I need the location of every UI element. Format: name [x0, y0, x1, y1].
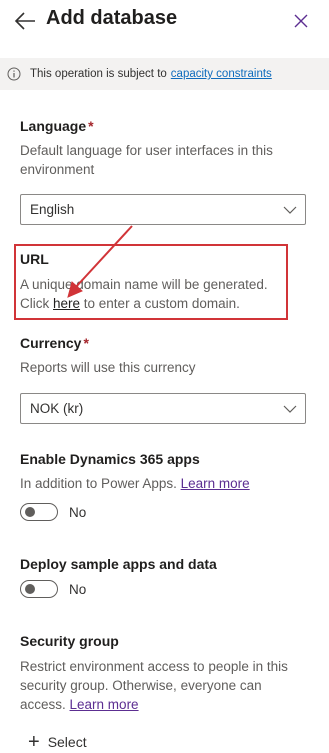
- required-marker: *: [83, 335, 89, 351]
- close-icon[interactable]: [292, 12, 310, 30]
- capacity-notice: This operation is subject to capacity co…: [0, 58, 329, 90]
- notice-text: This operation is subject to: [30, 68, 167, 80]
- security-group-description: Restrict environment access to people in…: [20, 657, 305, 714]
- currency-label: Currency *: [20, 335, 89, 351]
- panel-header: Add database: [0, 0, 329, 46]
- select-button-label: Select: [47, 734, 87, 750]
- currency-value: NOK (kr): [30, 401, 84, 416]
- url-description: A unique domain name will be generated. …: [20, 275, 285, 313]
- required-marker: *: [88, 118, 94, 134]
- info-icon: [7, 67, 21, 81]
- sample-apps-toggle[interactable]: No: [20, 580, 86, 598]
- currency-dropdown[interactable]: NOK (kr): [20, 393, 306, 424]
- security-group-label: Security group: [20, 633, 119, 649]
- dynamics-desc-text: In addition to Power Apps.: [20, 476, 181, 491]
- chevron-down-icon: [283, 206, 297, 214]
- language-description: Default language for user interfaces in …: [20, 143, 273, 177]
- language-label: Language *: [20, 118, 94, 134]
- custom-domain-link[interactable]: here: [53, 296, 80, 311]
- select-security-group-button[interactable]: + Select: [28, 732, 87, 752]
- security-desc-text: Restrict environment access to people in…: [20, 659, 288, 712]
- url-desc-after: to enter a custom domain.: [80, 296, 240, 311]
- dynamics-learn-more-link[interactable]: Learn more: [181, 476, 250, 491]
- arrow-left-icon[interactable]: [13, 10, 37, 32]
- toggle-track[interactable]: [20, 580, 58, 598]
- currency-label-text: Currency: [20, 335, 82, 351]
- chevron-down-icon: [283, 405, 297, 413]
- panel-title: Add database: [46, 7, 178, 29]
- url-label: URL: [20, 251, 49, 267]
- plus-icon: +: [28, 731, 40, 753]
- dynamics-toggle[interactable]: No: [20, 503, 86, 521]
- sample-apps-toggle-label: No: [69, 581, 87, 597]
- toggle-thumb: [25, 584, 35, 594]
- capacity-constraints-link[interactable]: capacity constraints: [171, 68, 272, 80]
- security-learn-more-link[interactable]: Learn more: [70, 697, 139, 712]
- sample-apps-label: Deploy sample apps and data: [20, 556, 217, 572]
- dynamics-description: In addition to Power Apps. Learn more: [20, 474, 300, 493]
- language-label-text: Language: [20, 118, 87, 134]
- language-value: English: [30, 202, 75, 217]
- toggle-thumb: [25, 507, 35, 517]
- dynamics-toggle-label: No: [69, 504, 87, 520]
- currency-description: Reports will use this currency: [20, 360, 196, 375]
- dynamics-label: Enable Dynamics 365 apps: [20, 451, 200, 467]
- toggle-track[interactable]: [20, 503, 58, 521]
- language-dropdown[interactable]: English: [20, 194, 306, 225]
